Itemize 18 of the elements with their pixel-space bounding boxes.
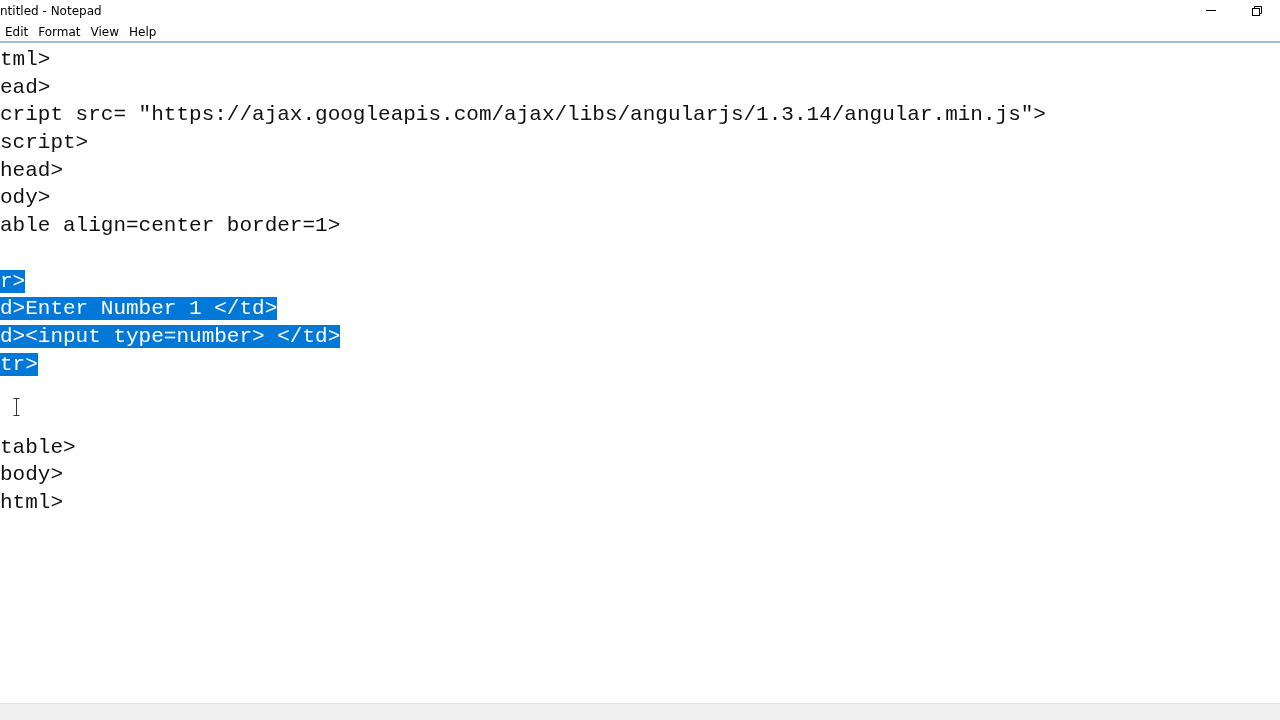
code-line: body>: [0, 463, 63, 487]
code-line: table>: [0, 435, 76, 459]
code-line: html>: [0, 491, 63, 514]
code-line: tml>: [0, 48, 51, 71]
restore-icon: [1252, 6, 1262, 16]
code-line: ody>: [0, 186, 51, 210]
text-cursor-icon: [13, 398, 20, 416]
menu-item[interactable]: Help: [124, 25, 162, 38]
code-line: head>: [0, 158, 63, 182]
menu-item[interactable]: View: [85, 25, 125, 38]
minimize-icon: [1206, 10, 1216, 12]
menu-item[interactable]: Edit: [0, 25, 34, 38]
code-line: cript src= "https://ajax.googleapis.com/ajax/libs/angularjs/1.3.14/angular.min.js">: [0, 103, 1046, 127]
menu-item[interactable]: Format: [33, 25, 86, 38]
code-line: able align=center border=1>: [0, 214, 341, 238]
code-line: script>: [0, 131, 89, 155]
window-title: ntitled - Notepad: [0, 5, 102, 17]
code-line: ead>: [0, 75, 51, 99]
